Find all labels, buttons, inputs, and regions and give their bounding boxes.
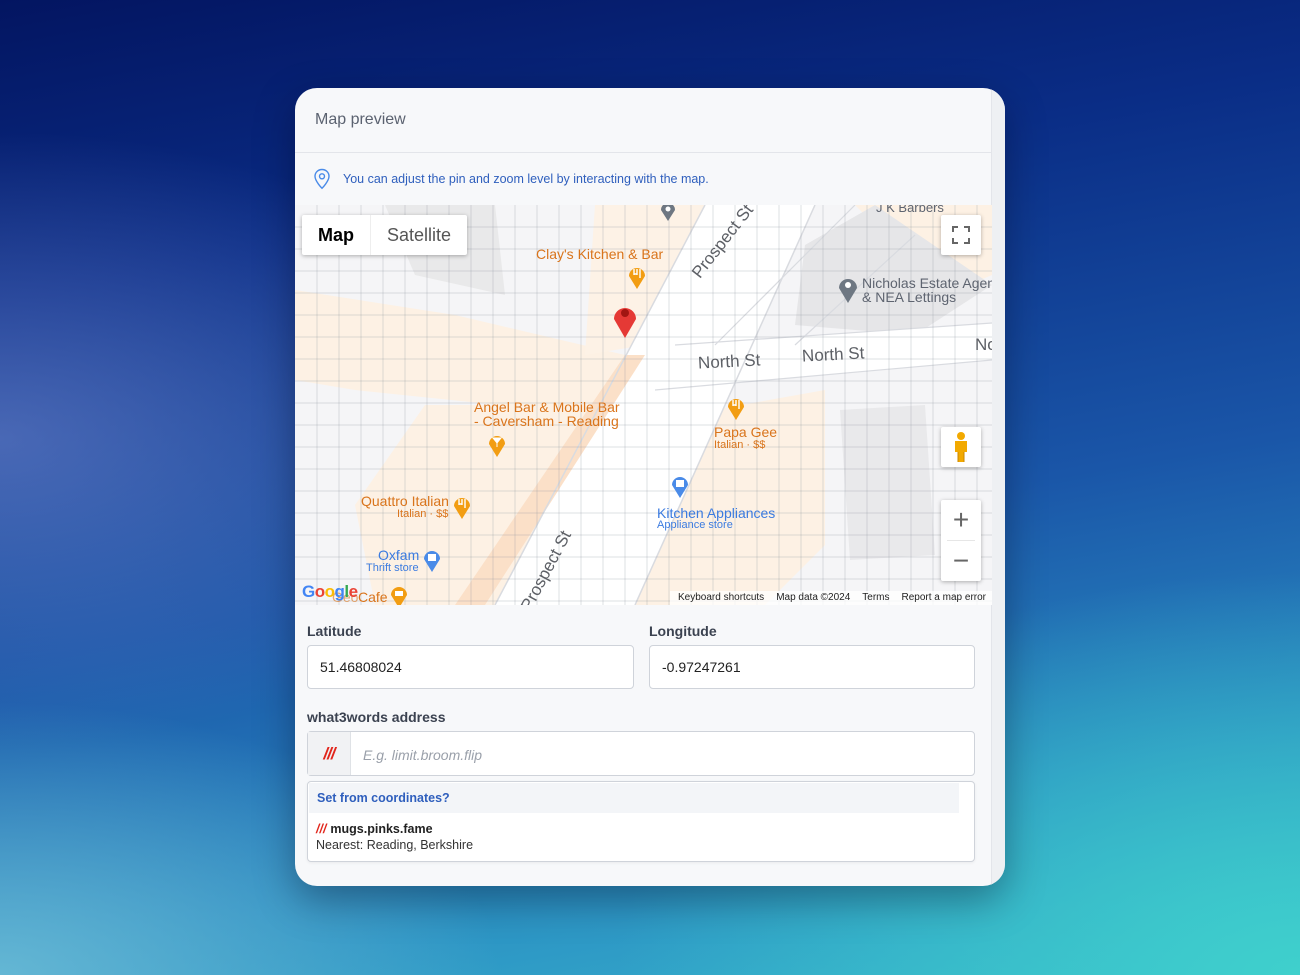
- terms-link[interactable]: Terms: [862, 591, 889, 605]
- poi-label-cafe[interactable]: Cafe: [358, 590, 388, 604]
- poi-label-angel-line1[interactable]: Angel Bar & Mobile Bar: [474, 400, 620, 414]
- poi-sub-kitchen-appliances: Appliance store: [657, 519, 733, 531]
- map-type-control: Map Satellite: [302, 215, 468, 255]
- location-pin-icon: [313, 168, 331, 195]
- map-type-satellite-button[interactable]: Satellite: [371, 215, 467, 255]
- map-data-text: Map data ©2024: [776, 592, 851, 603]
- restaurant-icon[interactable]: [451, 492, 473, 520]
- info-banner: You can adjust the pin and zoom level by…: [295, 153, 992, 205]
- card-title: Map preview: [315, 111, 406, 128]
- street-label-north-2: North St: [801, 343, 865, 366]
- poi-sub-oxfam: Thrift store: [366, 562, 419, 574]
- shopping-bag-icon[interactable]: [421, 545, 443, 573]
- poi-label-kitchen-appliances[interactable]: Kitchen Appliances: [657, 506, 775, 520]
- map-attribution-bar: Keyboard shortcuts Map data ©2024 Terms …: [670, 591, 992, 605]
- set-from-coordinates-text: Set from coordinates?: [317, 791, 450, 805]
- zoom-control: + −: [941, 500, 981, 581]
- longitude-label: Longitude: [649, 623, 717, 639]
- scrollbar[interactable]: [991, 88, 1005, 886]
- poi-label-jk-barbers[interactable]: J K Barbers: [876, 205, 944, 215]
- card-header: Map preview: [295, 88, 992, 153]
- shopping-bag-icon[interactable]: [669, 471, 691, 499]
- zoom-in-button[interactable]: +: [941, 500, 981, 540]
- poi-label-nicholas-line1[interactable]: Nicholas Estate Agen: [862, 276, 992, 290]
- pegman-icon: [955, 432, 967, 462]
- restaurant-icon[interactable]: [626, 262, 648, 290]
- what3words-label: what3words address: [307, 709, 446, 725]
- street-label-north-3: No: [975, 335, 992, 354]
- poi-label-papa-gee[interactable]: Papa Gee: [714, 425, 777, 439]
- report-error-link[interactable]: Report a map error: [902, 591, 986, 605]
- longitude-input[interactable]: [649, 645, 975, 689]
- what3words-suggestion-dropdown: Set from coordinates? ///mugs.pinks.fame…: [307, 781, 975, 862]
- what3words-input[interactable]: [351, 732, 965, 777]
- info-text: You can adjust the pin and zoom level by…: [343, 172, 709, 186]
- keyboard-shortcuts-link[interactable]: Keyboard shortcuts: [678, 591, 764, 605]
- what3words-field[interactable]: ///: [307, 731, 975, 777]
- fullscreen-icon: [952, 226, 970, 244]
- map-canvas[interactable]: J K Barbers Clay's Kitchen & Bar Nichola…: [295, 205, 992, 605]
- poi-label-quattro[interactable]: Quattro Italian: [361, 494, 449, 508]
- poi-label-nicholas-line2[interactable]: & NEA Lettings: [862, 290, 956, 304]
- poi-sub-quattro: Italian · $$: [397, 508, 449, 520]
- selected-location-pin-icon[interactable]: [610, 299, 640, 339]
- fullscreen-button[interactable]: [941, 215, 981, 255]
- estate-agent-marker-icon[interactable]: [836, 274, 860, 304]
- restaurant-icon[interactable]: [725, 393, 747, 421]
- what3words-slashes-icon: ///: [308, 732, 351, 775]
- poi-label-clays[interactable]: Clay's Kitchen & Bar: [536, 247, 663, 261]
- suggestion-item[interactable]: ///mugs.pinks.fame: [316, 822, 433, 836]
- what3words-slashes-icon: ///: [316, 822, 327, 836]
- map-type-map-button[interactable]: Map: [302, 215, 371, 255]
- street-view-pegman-button[interactable]: [941, 427, 981, 467]
- bar-icon[interactable]: [486, 430, 508, 458]
- poi-sub-papa-gee: Italian · $$: [714, 439, 766, 451]
- google-logo[interactable]: Google: [302, 582, 358, 602]
- street-label-north-1: North St: [697, 350, 761, 373]
- poi-label-oxfam[interactable]: Oxfam: [378, 548, 419, 562]
- suggestion-nearest: Nearest: Reading, Berkshire: [316, 838, 474, 852]
- latitude-label: Latitude: [307, 623, 362, 639]
- latitude-input[interactable]: [307, 645, 634, 689]
- zoom-out-button[interactable]: −: [941, 541, 981, 581]
- cafe-icon[interactable]: [388, 581, 410, 605]
- poi-gray-marker-icon[interactable]: [658, 205, 678, 223]
- suggestion-words: mugs.pinks.fame: [330, 822, 433, 836]
- poi-label-angel-line2[interactable]: - Caversham - Reading: [474, 414, 619, 428]
- map-preview-card: Map preview You can adjust the pin and z…: [295, 88, 1005, 886]
- suggestion-heading-row: Set from coordinates?: [309, 783, 959, 813]
